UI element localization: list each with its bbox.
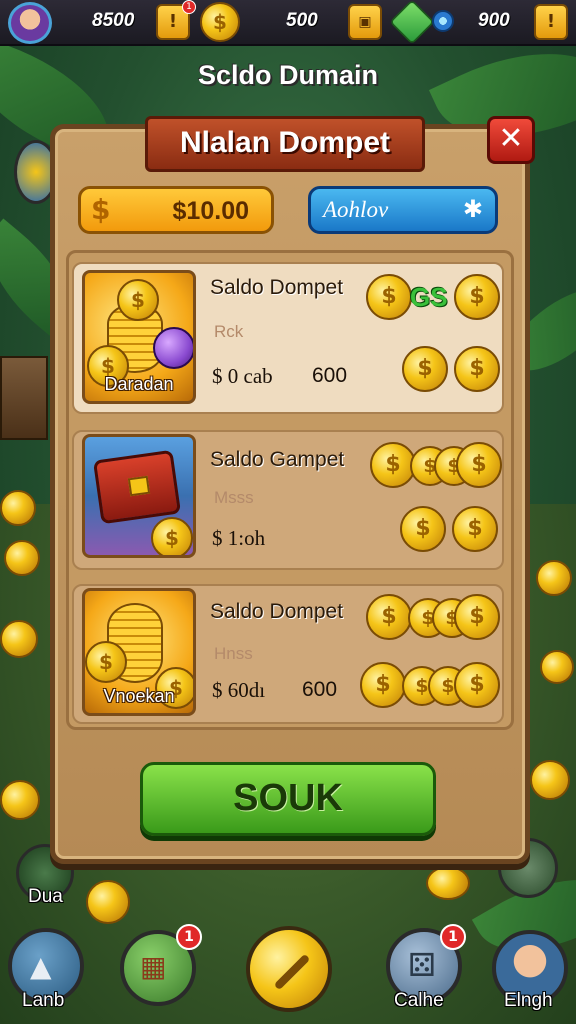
nav-label-1: Lanb xyxy=(22,990,65,1011)
action-button[interactable]: Aohlov ✱ xyxy=(308,186,498,234)
nav-badge: 1 xyxy=(440,924,466,950)
hud-stat-3: 900 xyxy=(478,10,510,31)
item-price: $ 0 cab xyxy=(212,364,273,388)
coin-icon: $ xyxy=(200,2,240,42)
item-title: Saldo Dompet xyxy=(210,276,344,299)
list-item[interactable]: $ $ Vnoekan Saldo Dompet Hnss $ 60dı 600… xyxy=(72,584,504,724)
cart-icon: ▦ xyxy=(140,950,167,983)
confirm-button[interactable]: SOUK xyxy=(140,762,436,836)
background-coin xyxy=(540,650,574,684)
gem-icon xyxy=(153,327,193,369)
item-quantity: 600 xyxy=(302,678,338,701)
background-coin xyxy=(4,540,40,576)
coin-icon: $ xyxy=(85,641,127,683)
screen-title: Scldo Dumain xyxy=(197,60,379,90)
thumbnail-label: Vnoekan xyxy=(103,686,175,706)
nav-label-5: Elngh xyxy=(504,990,553,1011)
background-coin xyxy=(536,560,572,596)
item-thumbnail: $ $ Daradan xyxy=(82,270,196,404)
item-quantity: 600 xyxy=(312,364,348,387)
coin-icon: $ xyxy=(151,517,193,555)
player-avatar[interactable] xyxy=(8,2,52,44)
dice-icon: ⚄ xyxy=(408,946,436,984)
item-price: $ 60dı xyxy=(212,678,266,702)
hud-add-button-3[interactable]: ! xyxy=(534,4,568,40)
coin-stack-icon: $ xyxy=(456,442,502,488)
close-button[interactable]: ✕ xyxy=(487,116,535,164)
wooden-crate xyxy=(0,356,48,440)
coin-icon: $ xyxy=(454,594,500,640)
notification-badge: 1 xyxy=(182,0,196,14)
lock-icon xyxy=(127,475,151,497)
coin-icon: $ xyxy=(366,274,412,320)
graduation-cap-icon: ▲ xyxy=(30,950,52,983)
balance-amount: $10.00 xyxy=(172,197,249,225)
list-item[interactable]: $ Saldo Gampet Msss $ 1:oh $ $ $ $ $ $ xyxy=(72,430,504,570)
item-thumbnail: $ $ Vnoekan xyxy=(82,588,196,716)
gs-badge: GS xyxy=(410,282,448,312)
hud-stat-1: 8500 xyxy=(92,10,135,31)
coin-icon: $ xyxy=(117,279,159,321)
background-coin xyxy=(426,866,470,900)
nav-badge: 1 xyxy=(176,924,202,950)
gem-icon xyxy=(389,0,435,45)
coin-icon: $ xyxy=(454,274,500,320)
dollar-icon: $ xyxy=(91,193,111,226)
item-title: Saldo Dompet xyxy=(210,600,344,623)
item-subtitle: Hnss xyxy=(214,644,253,663)
coin-icon: $ xyxy=(454,662,500,708)
coin-icon: $ xyxy=(400,506,446,552)
nav-center-button[interactable] xyxy=(246,926,332,1012)
item-subtitle: Msss xyxy=(214,488,254,507)
nav-label-4: Calhe xyxy=(394,990,444,1011)
coin-icon: $ xyxy=(360,662,406,708)
background-coin xyxy=(86,880,130,924)
chest-icon[interactable]: ▣ xyxy=(348,4,382,40)
sparkle-icon: ✱ xyxy=(462,195,483,223)
top-hud: 8500 ! 1 $ 500 ▣ 900 ! xyxy=(0,0,576,46)
coin-icon: $ xyxy=(402,346,448,392)
side-left-label: Dua xyxy=(28,886,63,907)
coin-icon: $ xyxy=(452,506,498,552)
coin-icon: $ xyxy=(454,346,500,392)
dialog-title: Nlalan Dompet xyxy=(145,116,425,172)
item-subtitle: Rck xyxy=(214,322,244,341)
item-price: $ 1:oh xyxy=(212,526,266,550)
background-coin xyxy=(0,620,38,658)
item-thumbnail: $ xyxy=(82,434,196,558)
action-label: Aohlov xyxy=(323,197,389,222)
list-item[interactable]: $ $ Daradan Saldo Dompet Rck $ 0 cab 600… xyxy=(72,262,504,414)
thumbnail-label: Daradan xyxy=(104,374,174,394)
item-title: Saldo Gampet xyxy=(210,448,345,471)
hud-stat-2: 500 xyxy=(286,10,318,31)
background-coin xyxy=(0,490,36,526)
coin-icon: $ xyxy=(366,594,412,640)
background-coin xyxy=(0,780,40,820)
balance-display: $ $10.00 xyxy=(78,186,274,234)
background-coin xyxy=(530,760,570,800)
orb-icon xyxy=(432,10,454,32)
